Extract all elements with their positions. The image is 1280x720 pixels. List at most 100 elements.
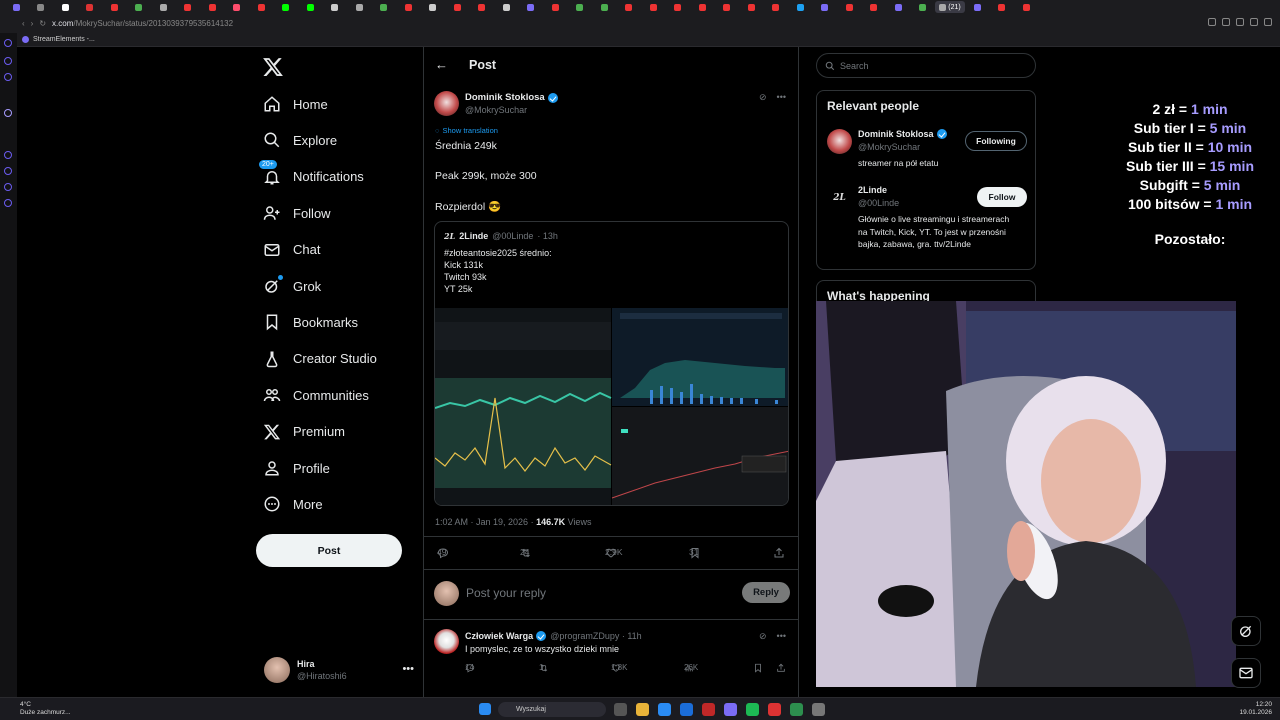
- browser-tab[interactable]: [837, 1, 862, 13]
- like-action[interactable]: 1.8K: [611, 663, 627, 673]
- messages-float-button[interactable]: [1231, 658, 1261, 688]
- repost-action[interactable]: 24: [520, 547, 532, 559]
- nav-item-more[interactable]: More: [262, 490, 323, 518]
- back-arrow-icon[interactable]: ←: [435, 57, 448, 72]
- clock[interactable]: 12:20 19.01.2026: [1239, 701, 1272, 717]
- browser-tab[interactable]: [911, 1, 936, 13]
- browser-tab[interactable]: [764, 1, 789, 13]
- extension-icon[interactable]: [1222, 18, 1230, 26]
- browser-tab[interactable]: [739, 1, 764, 13]
- account-switcher[interactable]: Hira @Hiratoshi6 •••: [264, 653, 414, 687]
- taskbar-app-icon[interactable]: [614, 703, 627, 716]
- nav-item-grok[interactable]: Grok: [262, 272, 321, 300]
- share-action[interactable]: [773, 547, 785, 559]
- quote-image-stats-screenshot[interactable]: [435, 308, 789, 506]
- sidebar-app-icon[interactable]: [4, 73, 12, 81]
- nav-item-communities[interactable]: Communities: [262, 381, 369, 409]
- x-logo-icon[interactable]: [262, 56, 284, 78]
- nav-item-notifications[interactable]: 20+ Notifications: [258, 158, 364, 191]
- browser-tab[interactable]: [102, 1, 127, 13]
- reply-button[interactable]: Reply: [742, 582, 790, 603]
- taskbar-app-icon[interactable]: [702, 703, 715, 716]
- nav-item-follow[interactable]: Follow: [262, 199, 331, 227]
- browser-tab[interactable]: [347, 1, 372, 13]
- like-action[interactable]: 2.9K: [605, 547, 623, 559]
- grok-float-button[interactable]: [1231, 616, 1261, 646]
- nav-item-premium[interactable]: Premium: [262, 418, 345, 446]
- repost-action[interactable]: 1: [539, 663, 549, 673]
- browser-tab[interactable]: [249, 1, 274, 13]
- browser-tab[interactable]: [176, 1, 201, 13]
- weather-widget[interactable]: 4°C Duże zachmurz...: [20, 701, 71, 717]
- more-icon[interactable]: •••: [402, 663, 414, 675]
- browser-tab[interactable]: [519, 1, 544, 13]
- sidebar-app-icon[interactable]: [4, 199, 12, 207]
- taskbar-app-icon[interactable]: [724, 703, 737, 716]
- avatar[interactable]: 2L: [827, 185, 852, 210]
- more-icon[interactable]: •••: [777, 92, 786, 103]
- browser-tab[interactable]: [592, 1, 617, 13]
- taskbar-search[interactable]: Wyszukaj: [498, 702, 606, 717]
- sidebar-app-icon[interactable]: [4, 57, 12, 65]
- quoted-post[interactable]: 2L 2Linde @00Linde · 13h #złoteantosie20…: [434, 221, 789, 506]
- nav-item-explore[interactable]: Explore: [262, 126, 337, 154]
- avatar[interactable]: [434, 629, 459, 654]
- grok-icon[interactable]: ⊘: [759, 92, 767, 103]
- avatar[interactable]: [827, 129, 852, 154]
- browser-tab[interactable]: [4, 1, 29, 13]
- browser-tab[interactable]: [396, 1, 421, 13]
- sidebar-app-icon[interactable]: [4, 183, 12, 191]
- start-icon[interactable]: [479, 703, 491, 715]
- reload-icon[interactable]: ↻: [39, 19, 46, 28]
- person-card[interactable]: 2L 2Linde @00Linde Głównie o live stream…: [827, 185, 1027, 263]
- nav-item-profile[interactable]: Profile: [262, 454, 330, 482]
- browser-tab[interactable]: [323, 1, 348, 13]
- browser-tab[interactable]: [666, 1, 691, 13]
- following-button[interactable]: Following: [965, 131, 1027, 151]
- browser-tab[interactable]: [813, 1, 838, 13]
- person-card[interactable]: Dominik Stoklosa @MokrySuchar streamer n…: [827, 129, 1027, 173]
- taskbar-app-icon[interactable]: [812, 703, 825, 716]
- browser-tab[interactable]: [298, 1, 323, 13]
- browser-tab[interactable]: [274, 1, 299, 13]
- url-text[interactable]: x.com/MokrySuchar/status/201303937953561…: [52, 19, 233, 28]
- follow-button[interactable]: Follow: [977, 187, 1027, 207]
- bookmark-action[interactable]: [753, 663, 763, 673]
- author-name[interactable]: Dominik Stoklosa: [465, 92, 545, 103]
- profile-icon[interactable]: [1264, 18, 1272, 26]
- taskbar-app-icon[interactable]: [790, 703, 803, 716]
- browser-tab[interactable]: [445, 1, 470, 13]
- favorite-icon[interactable]: [1236, 18, 1244, 26]
- reply-author-handle[interactable]: @programZDupy · 11h: [550, 631, 642, 641]
- nav-item-home[interactable]: Home: [262, 90, 328, 118]
- avatar[interactable]: [434, 91, 459, 116]
- browser-tab[interactable]: [641, 1, 666, 13]
- bookmark-action[interactable]: 31: [689, 547, 701, 559]
- taskbar-app-icon[interactable]: [658, 703, 671, 716]
- taskbar-app-icon[interactable]: [768, 703, 781, 716]
- taskbar-app-icon[interactable]: [636, 703, 649, 716]
- browser-tab[interactable]: [617, 1, 642, 13]
- post-button[interactable]: Post: [256, 534, 402, 567]
- browser-tab[interactable]: [543, 1, 568, 13]
- browser-tab[interactable]: [862, 1, 887, 13]
- show-translation-link[interactable]: ◌ Show translation: [435, 126, 498, 135]
- reply-action[interactable]: 14: [465, 663, 475, 673]
- browser-tab[interactable]: [715, 1, 740, 13]
- browser-tab[interactable]: [29, 1, 54, 13]
- browser-tab[interactable]: [965, 1, 990, 13]
- reply-post[interactable]: Człowiek Warga @programZDupy · 11h ⊘ ••• …: [434, 629, 790, 689]
- back-icon[interactable]: ‹: [22, 19, 25, 28]
- search-input[interactable]: Search: [816, 53, 1036, 78]
- author-handle[interactable]: @MokrySuchar: [465, 105, 527, 115]
- browser-tab[interactable]: [421, 1, 446, 13]
- browser-tab-active[interactable]: (21): [935, 1, 965, 13]
- browser-tab[interactable]: [225, 1, 250, 13]
- zoom-icon[interactable]: [1208, 18, 1216, 26]
- nav-item-bookmarks[interactable]: Bookmarks: [262, 308, 358, 336]
- browser-tab[interactable]: [470, 1, 495, 13]
- sidebar-app-icon[interactable]: [4, 151, 12, 159]
- browser-tab[interactable]: [886, 1, 911, 13]
- collections-icon[interactable]: [1250, 18, 1258, 26]
- sidebar-app-icon[interactable]: [4, 39, 12, 47]
